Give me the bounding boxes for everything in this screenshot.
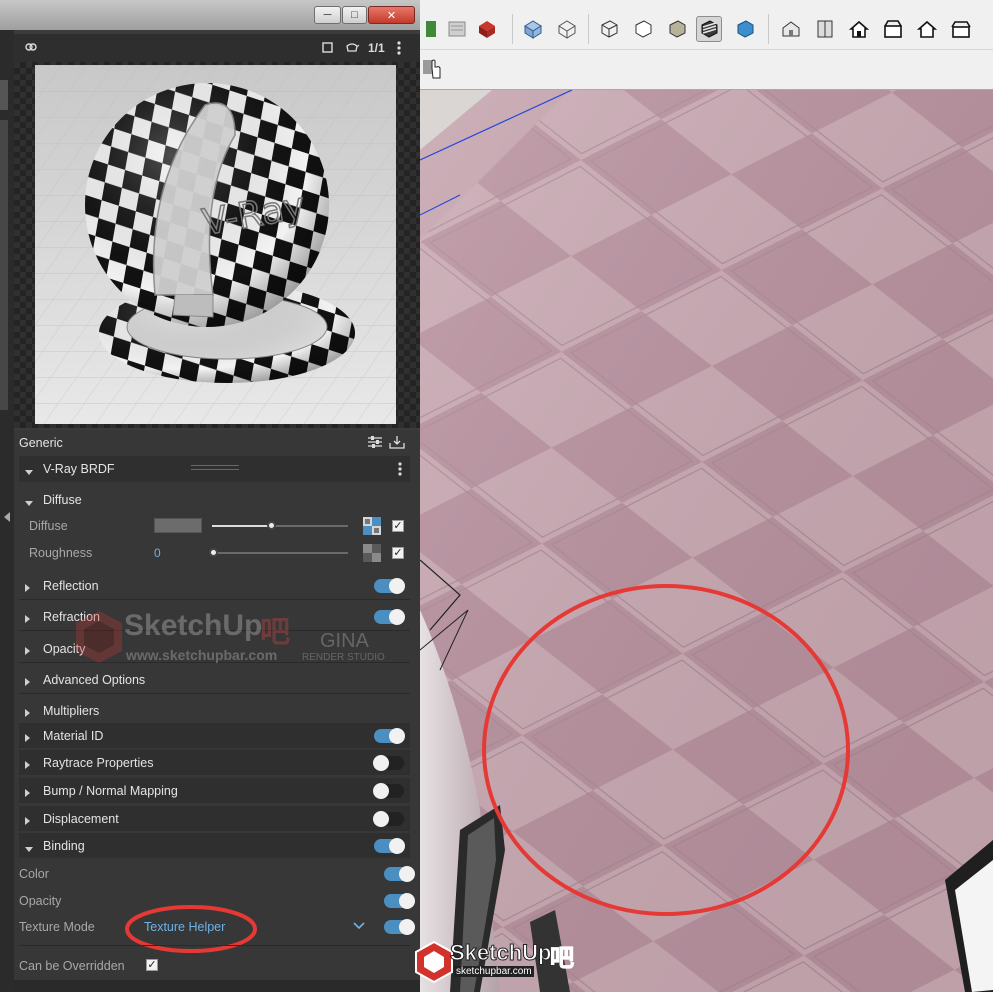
section-toggle[interactable] <box>374 728 405 744</box>
material-properties: Generic V-Ray BRDF Diffuse Diffuse ✓ Rou… <box>14 430 420 992</box>
section-multipliers[interactable]: Multipliers <box>19 697 410 725</box>
select-hand-icon[interactable] <box>420 56 446 82</box>
paint-icon[interactable] <box>420 16 446 42</box>
binding-color-toggle[interactable] <box>384 866 415 882</box>
binding-opacity-toggle[interactable] <box>384 893 415 909</box>
maximize-button[interactable]: □ <box>342 6 367 24</box>
section-bump-normal-mapping[interactable]: Bump / Normal Mapping <box>19 778 410 803</box>
sketchup-viewport[interactable] <box>420 0 993 992</box>
xray-icon[interactable] <box>520 16 546 42</box>
texture-mode-toggle[interactable] <box>384 919 415 935</box>
section-toggle[interactable] <box>374 838 405 854</box>
chevron-right-icon <box>25 675 35 686</box>
vray-material-editor: ─ □ ✕ 1/1 V-Ray Generic V-Ray BRDF Diffu… <box>0 0 420 992</box>
section-label: Reflection <box>43 578 99 593</box>
chevron-right-icon <box>25 758 35 769</box>
section-label: Opacity <box>43 641 86 656</box>
more-icon[interactable] <box>397 40 401 60</box>
drag-handle[interactable] <box>191 465 239 470</box>
sketchupbar-bottom-logo: SketchUp 吧 sketchupbar.com <box>414 940 580 984</box>
section-raytrace-properties[interactable]: Raytrace Properties <box>19 750 410 775</box>
section-toggle[interactable] <box>374 578 405 594</box>
section-label: Bump / Normal Mapping <box>43 783 178 798</box>
section-toggle[interactable] <box>373 783 404 799</box>
binding-color-row: Color <box>19 867 49 881</box>
section-toggle[interactable] <box>373 755 404 771</box>
components-icon[interactable] <box>444 16 470 42</box>
section-material-id[interactable]: Material ID <box>19 723 410 748</box>
diffuse-texture-checkbox[interactable]: ✓ <box>392 520 404 532</box>
diffuse-section[interactable]: Diffuse <box>19 490 410 510</box>
section-label: Refraction <box>43 609 100 624</box>
iso-view-icon[interactable] <box>778 16 804 42</box>
section-toggle[interactable] <box>374 609 405 625</box>
section-label: Displacement <box>43 811 119 826</box>
top-view-icon[interactable] <box>812 16 838 42</box>
override-checkbox[interactable]: ✓ <box>146 959 158 971</box>
brdf-layer[interactable]: V-Ray BRDF <box>19 456 410 482</box>
brdf-label: V-Ray BRDF <box>43 462 115 476</box>
chevron-right-icon <box>25 731 35 742</box>
diffuse-color-swatch[interactable] <box>154 518 202 533</box>
collapsed-sidebar <box>0 30 14 992</box>
roughness-texture-checkbox[interactable]: ✓ <box>392 547 404 559</box>
link-icon[interactable] <box>24 40 38 58</box>
chevron-right-icon <box>25 706 35 717</box>
chevron-right-icon <box>25 814 35 825</box>
back-view-icon[interactable] <box>914 16 940 42</box>
chevron-right-icon <box>25 612 35 623</box>
annotation-ellipse <box>125 905 257 953</box>
aspect-icon[interactable]: 1/1 <box>368 40 385 56</box>
section-label: Multipliers <box>43 703 100 718</box>
sketchup-toolbar <box>420 0 993 50</box>
back-edges-icon[interactable] <box>554 16 580 42</box>
section-label: Advanced Options <box>43 672 146 687</box>
chevron-right-icon <box>25 581 35 592</box>
close-button[interactable]: ✕ <box>368 6 415 24</box>
roughness-slider[interactable] <box>212 552 348 554</box>
left-view-icon[interactable] <box>948 16 974 42</box>
section-advanced-options[interactable]: Advanced Options <box>19 666 410 694</box>
window-titlebar[interactable]: ─ □ ✕ <box>0 0 420 30</box>
shaded-textures-icon[interactable] <box>696 16 722 42</box>
hidden-line-icon[interactable] <box>630 16 656 42</box>
section-opacity[interactable]: Opacity <box>19 635 410 663</box>
materials-icon[interactable] <box>474 16 500 42</box>
teapot-icon[interactable] <box>344 40 360 58</box>
section-label: Binding <box>43 838 85 853</box>
save-material-icon[interactable] <box>389 434 405 453</box>
chevron-right-icon <box>25 786 35 797</box>
monochrome-icon[interactable] <box>732 16 758 42</box>
3d-scene[interactable] <box>420 90 993 992</box>
override-row: Can be Overridden <box>19 959 125 973</box>
section-binding[interactable]: Binding <box>19 833 410 858</box>
roughness-slider-knob[interactable] <box>209 548 218 557</box>
section-toggle[interactable] <box>373 811 404 827</box>
section-reflection[interactable]: Reflection <box>19 572 410 600</box>
roughness-value[interactable]: 0 <box>154 546 161 560</box>
shaded-icon[interactable] <box>664 16 690 42</box>
stop-icon[interactable] <box>322 40 334 58</box>
generic-header: Generic <box>19 434 410 452</box>
chevron-down-icon[interactable] <box>353 920 365 934</box>
section-displacement[interactable]: Displacement <box>19 806 410 831</box>
chevron-right-icon <box>25 644 35 655</box>
options-icon[interactable] <box>367 435 383 452</box>
preview-toolbar: 1/1 <box>14 34 420 62</box>
front-view-icon[interactable] <box>846 16 872 42</box>
section-refraction[interactable]: Refraction <box>19 603 410 631</box>
wireframe-icon[interactable] <box>596 16 622 42</box>
roughness-texture-slot[interactable] <box>363 544 381 562</box>
material-preview-render[interactable]: V-Ray <box>35 65 396 424</box>
section-label: Raytrace Properties <box>43 755 154 770</box>
minimize-button[interactable]: ─ <box>314 6 341 24</box>
generic-label: Generic <box>19 436 63 450</box>
right-view-icon[interactable] <box>880 16 906 42</box>
expand-arrow-icon[interactable] <box>4 512 10 522</box>
layer-menu-icon[interactable] <box>398 461 402 480</box>
diffuse-texture-slot[interactable] <box>363 517 381 535</box>
chevron-down-icon <box>25 841 35 852</box>
secondary-toolbar <box>420 50 993 90</box>
section-label: Material ID <box>43 728 104 743</box>
